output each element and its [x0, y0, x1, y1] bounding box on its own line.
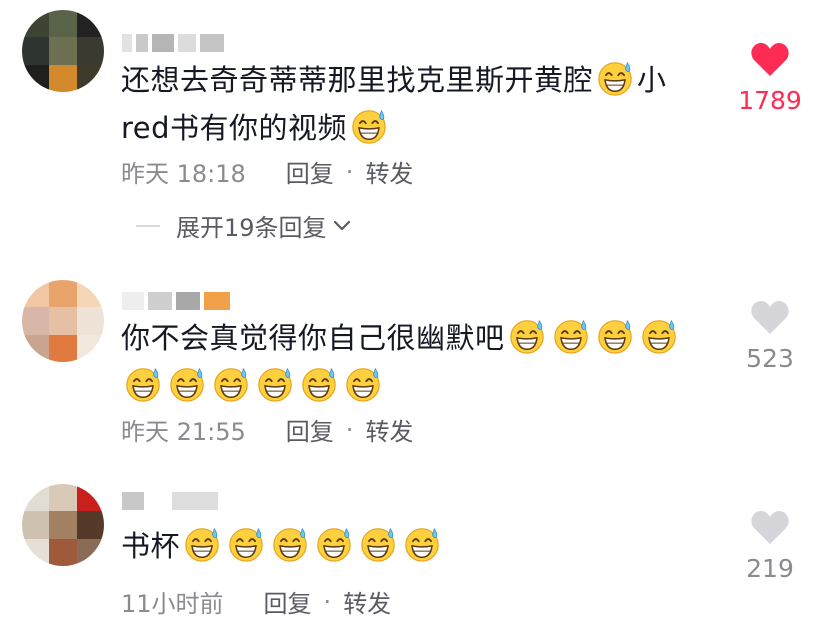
- expand-replies-button[interactable]: 展开19条回复: [136, 208, 351, 243]
- like-button[interactable]: 1789: [730, 42, 810, 115]
- like-button[interactable]: 523: [730, 300, 810, 373]
- reply-button[interactable]: 回复: [286, 154, 334, 189]
- comment-text: 你不会真觉得你自己很幽默吧: [121, 314, 721, 410]
- separator: ·: [345, 157, 354, 186]
- grinning-sweat-emoji: [508, 317, 546, 355]
- grinning-sweat-emoji: [256, 365, 294, 403]
- username-obscured[interactable]: [122, 490, 218, 512]
- grinning-sweat-emoji: [315, 525, 353, 563]
- grinning-sweat-emoji: [168, 365, 206, 403]
- timestamp: 昨天 18:18: [121, 160, 246, 188]
- grinning-sweat-emoji: [271, 525, 309, 563]
- comment-meta: 11小时前 回复 · 转发: [121, 584, 391, 619]
- grinning-sweat-emoji: [183, 525, 221, 563]
- separator: ·: [345, 415, 354, 444]
- divider-line: [136, 224, 160, 227]
- username-obscured[interactable]: [122, 32, 224, 54]
- comment-text: 书杯: [121, 522, 721, 570]
- reply-button[interactable]: 回复: [264, 584, 312, 619]
- share-button[interactable]: 转发: [343, 584, 391, 619]
- heart-icon: [751, 301, 789, 334]
- grinning-sweat-emoji: [212, 365, 250, 403]
- grinning-sweat-emoji: [403, 525, 441, 563]
- like-count: 219: [746, 554, 794, 583]
- grinning-sweat-emoji: [596, 59, 634, 97]
- timestamp: 昨天 21:55: [121, 418, 246, 446]
- grinning-sweat-emoji: [359, 525, 397, 563]
- timestamp: 11小时前: [121, 590, 224, 618]
- reply-button[interactable]: 回复: [286, 412, 334, 447]
- comment-text: 还想去奇奇蒂蒂那里找克里斯开黄腔小 red书有你的视频: [121, 56, 681, 152]
- like-count: 523: [746, 344, 794, 373]
- grinning-sweat-emoji: [640, 317, 678, 355]
- like-count: 1789: [738, 86, 802, 115]
- grinning-sweat-emoji: [124, 365, 162, 403]
- avatar[interactable]: [22, 10, 104, 92]
- grinning-sweat-emoji: [227, 525, 265, 563]
- grinning-sweat-emoji: [350, 107, 388, 145]
- like-button[interactable]: 219: [730, 510, 810, 583]
- grinning-sweat-emoji: [596, 317, 634, 355]
- comment-meta: 昨天 18:18 回复 · 转发: [121, 154, 413, 189]
- grinning-sweat-emoji: [344, 365, 382, 403]
- separator: ·: [323, 587, 332, 616]
- heart-icon: [751, 511, 789, 544]
- avatar[interactable]: [22, 484, 104, 566]
- username-obscured[interactable]: [122, 290, 230, 312]
- grinning-sweat-emoji: [300, 365, 338, 403]
- avatar[interactable]: [22, 280, 104, 362]
- grinning-sweat-emoji: [552, 317, 590, 355]
- comment-meta: 昨天 21:55 回复 · 转发: [121, 412, 413, 447]
- chevron-down-icon: [333, 220, 350, 230]
- heart-icon: [751, 43, 789, 76]
- share-button[interactable]: 转发: [365, 154, 413, 189]
- expand-replies-label: 展开19条回复: [176, 214, 327, 242]
- share-button[interactable]: 转发: [365, 412, 413, 447]
